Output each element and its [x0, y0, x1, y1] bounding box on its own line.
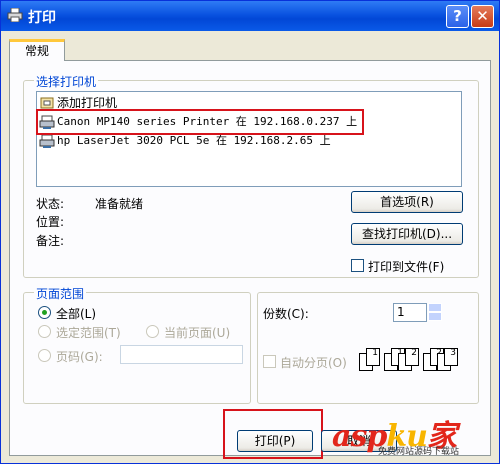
window-title: 打印 [28, 10, 56, 26]
current-page-radio[interactable] [146, 325, 159, 338]
network-printer-icon [39, 134, 55, 148]
highlight-box [36, 109, 364, 135]
print-dialog: 打印 ? ✕ 常规 选择打印机 添加打印机 Canon MP140 series… [0, 0, 500, 464]
preferences-button[interactable]: 首选项(R) [351, 191, 463, 213]
select-printer-group-label: 选择打印机 [34, 73, 99, 90]
page-range-group-label: 页面范围 [34, 285, 87, 302]
find-printer-button[interactable]: 查找打印机(D)... [351, 223, 463, 245]
title-bar[interactable]: 打印 ? ✕ [1, 1, 499, 31]
pages-radio[interactable] [38, 349, 51, 362]
status-value: 准备就绪 [95, 197, 144, 211]
copies-label: 份数(C): [263, 307, 309, 321]
pages-input[interactable] [120, 345, 243, 364]
spin-up-icon[interactable] [428, 303, 442, 312]
printer-list[interactable]: 添加打印机 Canon MP140 series Printer 在 192.1… [36, 91, 462, 187]
collate-checkbox[interactable] [263, 355, 276, 368]
current-page-label: 当前页面(U) [164, 326, 231, 340]
comment-label: 备注: [36, 234, 65, 248]
tab-general[interactable]: 常规 [9, 39, 65, 61]
highlight-box [223, 409, 323, 459]
location-label: 位置: [36, 215, 65, 229]
collate-label: 自动分页(O) [280, 356, 347, 370]
spin-down-icon[interactable] [428, 312, 442, 321]
status-label: 状态: [36, 197, 65, 211]
all-pages-radio[interactable] [38, 306, 51, 319]
close-button[interactable]: ✕ [471, 5, 494, 28]
copies-input[interactable]: 1 [393, 303, 427, 322]
selection-label: 选定范围(T) [56, 326, 121, 340]
all-pages-label: 全部(L) [56, 307, 97, 321]
print-to-file-label: 打印到文件(F) [368, 260, 445, 274]
print-to-file-checkbox[interactable] [351, 259, 364, 272]
printer-icon [7, 8, 23, 22]
copies-spinner[interactable] [428, 303, 442, 321]
pages-label: 页码(G): [56, 350, 103, 364]
selection-radio[interactable] [38, 325, 51, 338]
watermark-tagline: 免费网站源码下载站 [378, 447, 460, 457]
help-button[interactable]: ? [446, 5, 469, 28]
